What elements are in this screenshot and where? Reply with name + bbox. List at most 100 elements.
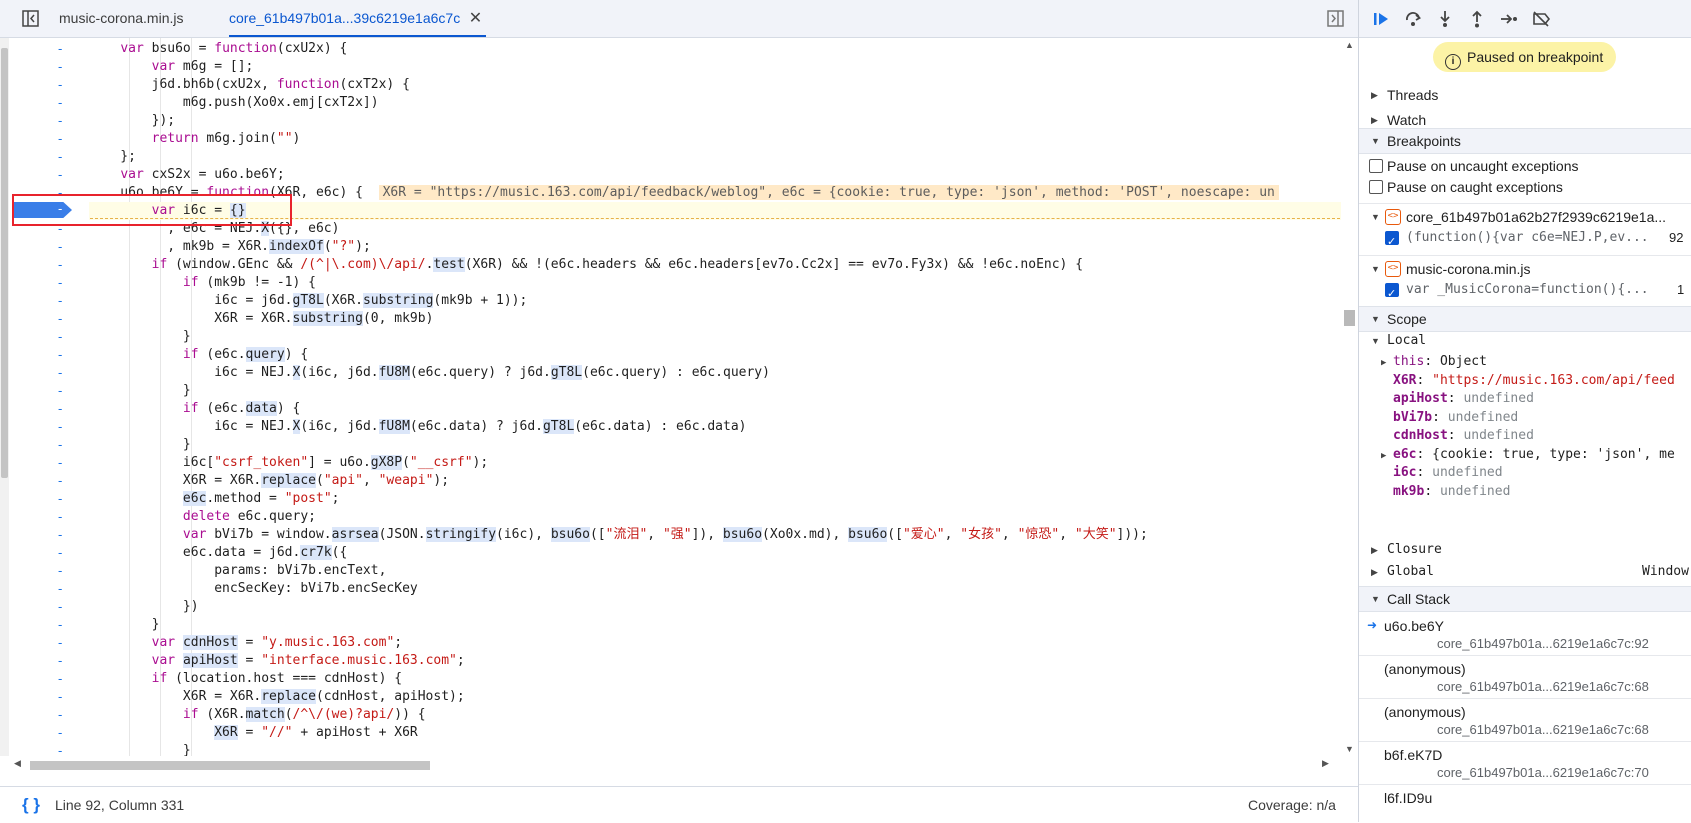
- line-number[interactable]: -: [58, 706, 62, 724]
- line-number[interactable]: -: [58, 148, 62, 166]
- code-editor[interactable]: ----------------------------------------…: [0, 38, 1358, 773]
- pause-caught-checkbox[interactable]: [1369, 180, 1383, 194]
- line-number[interactable]: -: [58, 130, 62, 148]
- call-stack-section[interactable]: ▼ Call Stack: [1359, 586, 1691, 612]
- gutter-line[interactable]: -: [11, 436, 89, 454]
- line-number[interactable]: -: [58, 616, 62, 634]
- gutter-line[interactable]: -: [11, 166, 89, 184]
- resume-icon[interactable]: [1371, 9, 1391, 29]
- code-line[interactable]: if (e6c.data) {: [89, 400, 300, 418]
- code-line[interactable]: i6c["csrf_token"] = u6o.gX8P("__csrf");: [89, 454, 488, 472]
- code-line[interactable]: params: bVi7b.encText,: [89, 562, 386, 580]
- code-line[interactable]: if (X6R.match(/^\/(we)?api/)) {: [89, 706, 426, 724]
- step-out-icon[interactable]: [1467, 9, 1487, 29]
- line-gutter[interactable]: ----------------------------------------…: [11, 38, 89, 773]
- code-line[interactable]: }: [89, 616, 160, 634]
- line-number[interactable]: -: [58, 364, 62, 382]
- code-line[interactable]: X6R = "//" + apiHost + X6R: [89, 724, 418, 742]
- code-line[interactable]: X6R = X6R.replace("api", "weapi");: [89, 472, 449, 490]
- gutter-line[interactable]: -: [11, 292, 89, 310]
- gutter-line[interactable]: -: [11, 58, 89, 76]
- call-frame[interactable]: ➜ u6o.be6Y core_61b497b01a...6219e1a6c7c:9…: [1359, 612, 1691, 656]
- toggle-navigator-icon[interactable]: [22, 10, 39, 27]
- line-number[interactable]: -: [58, 400, 62, 418]
- line-number[interactable]: -: [58, 274, 62, 292]
- vertical-scrollbar[interactable]: ▲ ▼: [1341, 38, 1358, 756]
- gutter-line[interactable]: -: [11, 598, 89, 616]
- gutter-line[interactable]: -: [11, 328, 89, 346]
- gutter-line[interactable]: -: [11, 418, 89, 436]
- line-number[interactable]: -: [58, 526, 62, 544]
- gutter-line[interactable]: -: [11, 94, 89, 112]
- expand-triangle-icon[interactable]: ▶: [1381, 447, 1393, 465]
- code-line[interactable]: j6d.bh6b(cxU2x, function(cxT2x) {: [89, 76, 410, 94]
- code-line[interactable]: i6c = NEJ.X(i6c, j6d.fU8M(e6c.data) ? j6…: [89, 418, 746, 436]
- code-line[interactable]: var bVi7b = window.asrsea(JSON.stringify…: [89, 526, 1148, 544]
- scope-variable[interactable]: i6c: undefined: [1381, 464, 1503, 482]
- gutter-line[interactable]: -: [11, 112, 89, 130]
- gutter-line[interactable]: -: [11, 670, 89, 688]
- scroll-down-icon[interactable]: ▼: [1345, 744, 1354, 754]
- code-line[interactable]: if (mk9b != -1) {: [89, 274, 316, 292]
- code-line[interactable]: i6c = j6d.gT8L(X6R.substring(mk9b + 1));: [89, 292, 527, 310]
- step-icon[interactable]: [1499, 9, 1519, 29]
- code-line[interactable]: if (e6c.query) {: [89, 346, 308, 364]
- gutter-line[interactable]: -: [11, 310, 89, 328]
- code-line[interactable]: };: [89, 148, 136, 166]
- line-number[interactable]: -: [58, 544, 62, 562]
- left-scrollbar[interactable]: [0, 38, 9, 773]
- local-scope-row[interactable]: ▼ Local: [1359, 331, 1691, 351]
- code-line[interactable]: X6R = X6R.replace(cdnHost, apiHost);: [89, 688, 465, 706]
- gutter-line[interactable]: -: [11, 706, 89, 724]
- code-line[interactable]: }): [89, 598, 199, 616]
- line-number[interactable]: -: [58, 634, 62, 652]
- step-over-icon[interactable]: [1403, 9, 1423, 29]
- gutter-line[interactable]: -: [11, 400, 89, 418]
- code-line[interactable]: if (window.GEnc && /(^|\.com)\/api/.test…: [89, 256, 1083, 274]
- line-number[interactable]: -: [58, 490, 62, 508]
- code-line[interactable]: });: [89, 112, 175, 130]
- gutter-line[interactable]: -: [11, 454, 89, 472]
- scroll-left-icon[interactable]: ◀: [14, 758, 21, 769]
- scope-variable[interactable]: ▶ e6c: {cookie: true, type: 'json', me: [1381, 446, 1675, 464]
- line-number[interactable]: -: [58, 76, 62, 94]
- code-line[interactable]: , mk9b = X6R.indexOf("?");: [89, 238, 371, 256]
- gutter-line[interactable]: -: [11, 508, 89, 526]
- gutter-line[interactable]: -: [11, 616, 89, 634]
- line-number[interactable]: -: [58, 508, 62, 526]
- line-number[interactable]: -: [58, 580, 62, 598]
- line-number[interactable]: -: [58, 382, 62, 400]
- line-number[interactable]: -: [58, 238, 62, 256]
- scroll-up-icon[interactable]: ▲: [1345, 40, 1354, 50]
- pause-uncaught-checkbox[interactable]: [1369, 159, 1383, 173]
- scope-variable[interactable]: X6R: "https://music.163.com/api/feed: [1381, 372, 1675, 390]
- toggle-debugger-icon[interactable]: [1327, 10, 1344, 27]
- gutter-line[interactable]: -: [11, 490, 89, 508]
- code-line[interactable]: e6c.data = j6d.cr7k({: [89, 544, 347, 562]
- call-frame[interactable]: b6f.eK7D core_61b497b01a...6219e1a6c7c:70: [1359, 741, 1691, 785]
- gutter-line[interactable]: -: [11, 634, 89, 652]
- gutter-line[interactable]: -: [11, 148, 89, 166]
- vertical-scroll-thumb[interactable]: [1344, 310, 1355, 326]
- pause-caught-row[interactable]: Pause on caught exceptions: [1359, 174, 1691, 200]
- tab-core-file[interactable]: core_61b497b01a...39c6219e1a6c7c ✕: [229, 0, 487, 37]
- scope-section[interactable]: ▼ Scope: [1359, 306, 1691, 332]
- code-line[interactable]: encSecKey: bVi7b.encSecKey: [89, 580, 418, 598]
- code-line[interactable]: var cxS2x = u6o.be6Y;: [89, 166, 284, 184]
- line-number[interactable]: -: [58, 724, 62, 742]
- line-number[interactable]: -: [58, 310, 62, 328]
- line-number[interactable]: -: [58, 112, 62, 130]
- horizontal-scrollbar[interactable]: ◀ ▶: [0, 756, 1341, 773]
- code-line[interactable]: i6c = NEJ.X(i6c, j6d.fU8M(e6c.query) ? j…: [89, 364, 770, 382]
- breakpoint-entry[interactable]: var _MusicCorona=function(){... 1: [1359, 277, 1691, 307]
- gutter-line[interactable]: -: [11, 526, 89, 544]
- expand-triangle-icon[interactable]: ▶: [1381, 354, 1393, 372]
- line-number[interactable]: -: [58, 436, 62, 454]
- code-line[interactable]: var cdnHost = "y.music.163.com";: [89, 634, 402, 652]
- close-tab-icon[interactable]: ✕: [469, 0, 482, 37]
- breakpoint-enabled-checkbox[interactable]: [1385, 281, 1399, 307]
- gutter-line[interactable]: -: [11, 580, 89, 598]
- scope-variable[interactable]: apiHost: undefined: [1381, 390, 1534, 408]
- line-number[interactable]: -: [58, 58, 62, 76]
- gutter-line[interactable]: -: [11, 274, 89, 292]
